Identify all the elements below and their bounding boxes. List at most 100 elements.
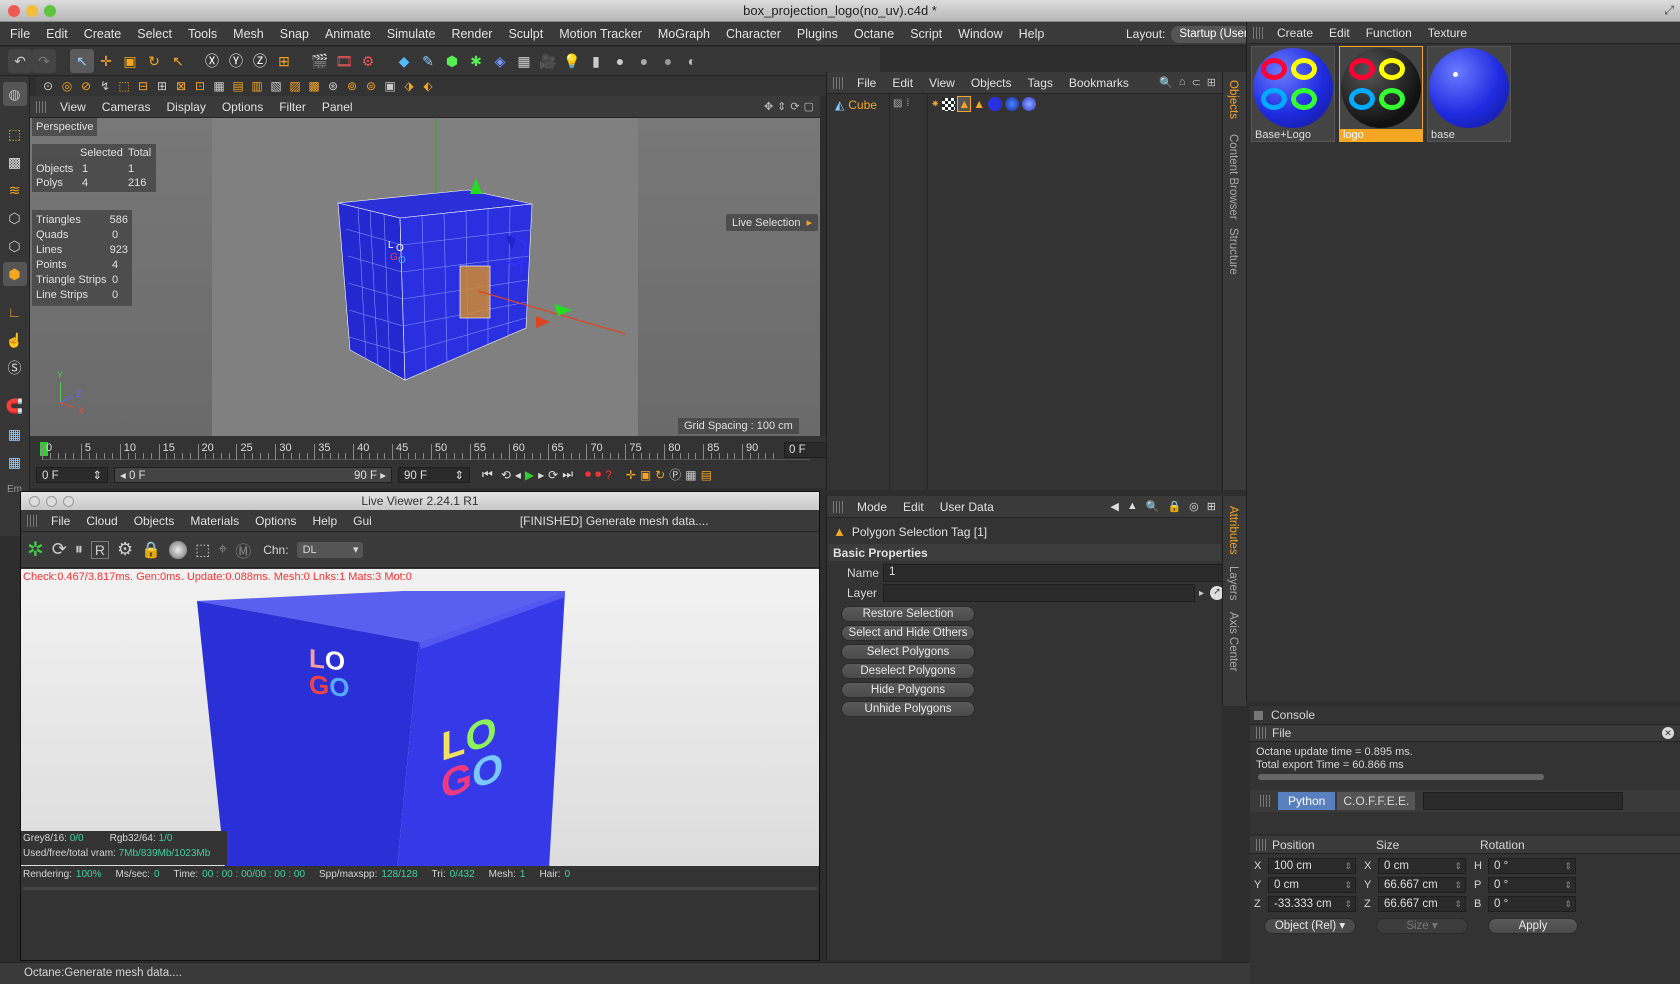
unhide-polygons-button[interactable]: Unhide Polygons (841, 701, 975, 717)
console-file-menu[interactable]: File (1272, 726, 1291, 740)
viewport-menu-options[interactable]: Options (214, 96, 271, 118)
axis-mode-icon[interactable]: ∟ (3, 300, 27, 324)
z-axis-lock-icon[interactable]: Ⓩ (248, 49, 272, 73)
tab-axis-center[interactable]: Axis Center (1227, 606, 1239, 677)
mesh-tool-icon-17[interactable]: ⊚ (344, 78, 360, 94)
menu-character[interactable]: Character (718, 22, 789, 46)
material-tag-base-icon[interactable] (988, 97, 1003, 111)
tab-layers[interactable]: Layers (1227, 560, 1239, 607)
material-menu-texture[interactable]: Texture (1420, 22, 1475, 44)
autokey-icon[interactable]: ⏺ (595, 467, 601, 482)
link-icon[interactable]: ⊂ (1192, 76, 1201, 89)
target-icon[interactable]: ◎ (1189, 500, 1199, 513)
dolly-icon[interactable]: ⇕ (777, 100, 786, 113)
search-icon[interactable]: 🔍 (1159, 76, 1173, 89)
attributes-menu-mode[interactable]: Mode (849, 496, 895, 518)
floor-icon[interactable]: ▦ (512, 49, 536, 73)
snap-icon[interactable]: Ⓢ (3, 356, 27, 380)
tab-objects[interactable]: Objects (1227, 74, 1239, 125)
x-axis-lock-icon[interactable]: Ⓧ (200, 49, 224, 73)
render-view-icon[interactable]: 🎬 (308, 49, 332, 73)
keyframe-selection-icon[interactable]: ? (605, 468, 612, 482)
attributes-menu-user-data[interactable]: User Data (932, 496, 1002, 518)
mesh-tool-icon-4[interactable]: ↯ (97, 78, 113, 94)
select-polygons-button[interactable]: Select Polygons (841, 644, 975, 660)
apply-button[interactable]: Apply (1488, 918, 1578, 934)
next-frame-icon[interactable]: ▸ (538, 468, 544, 482)
panel-grip-icon[interactable] (1260, 795, 1270, 807)
tab-attributes[interactable]: Attributes (1227, 500, 1239, 561)
menu-mesh[interactable]: Mesh (225, 22, 272, 46)
redo-icon[interactable]: ↷ (32, 49, 56, 73)
search-icon[interactable]: 🔍 (1146, 500, 1160, 513)
undo-icon[interactable]: ↶ (8, 49, 32, 73)
edit-layer-icon[interactable]: ▨ (893, 98, 902, 109)
basic-properties-section[interactable]: Basic Properties (829, 544, 1221, 561)
tab-content-browser[interactable]: Content Browser (1227, 128, 1239, 226)
liveviewer-menu-help[interactable]: Help (304, 510, 345, 532)
polygon-selection-tag-icon-selected[interactable]: ▲ (957, 96, 972, 112)
panel-grip-icon[interactable] (27, 514, 37, 527)
pick-material-icon[interactable]: Ⓜ (235, 538, 251, 562)
camera-icon[interactable]: 🎥 (536, 49, 560, 73)
make-editable-icon[interactable]: ◍ (2, 82, 27, 106)
mesh-tool-icon-14[interactable]: ▨ (287, 78, 303, 94)
tab-structure[interactable]: Structure (1227, 222, 1239, 281)
live-selection-badge[interactable]: Live Selection ▸ (726, 214, 819, 231)
coffee-tab[interactable]: C.O.F.F.E.E. (1337, 792, 1416, 810)
up-arrow-icon[interactable]: ▲ (1127, 500, 1138, 513)
menu-tools[interactable]: Tools (180, 22, 225, 46)
uvw-tag-icon[interactable] (942, 97, 956, 111)
scale-tool-icon[interactable]: ▣ (118, 49, 142, 73)
hide-polygons-button[interactable]: Hide Polygons (841, 682, 975, 698)
mesh-tool-icon-18[interactable]: ⊜ (363, 78, 379, 94)
position-z-input[interactable]: -33.333 cm ⇕ (1268, 896, 1356, 912)
mesh-tool-icon-10[interactable]: ▦ (211, 78, 227, 94)
play-icon[interactable]: ▶ (525, 468, 534, 482)
min-frame-field[interactable]: 0 F ⇕ (36, 466, 108, 483)
rotate-tool-icon[interactable]: ↻ (142, 49, 166, 73)
mesh-tool-icon-16[interactable]: ⊛ (325, 78, 341, 94)
coordinate-mode-select[interactable]: Object (Rel) ▾ (1264, 918, 1356, 934)
mesh-tool-icon-9[interactable]: ⊡ (192, 78, 208, 94)
menu-mograph[interactable]: MoGraph (650, 22, 718, 46)
menu-script[interactable]: Script (902, 22, 950, 46)
workplane-icon[interactable]: ≋ (3, 178, 27, 202)
send-scene-icon[interactable]: ✲ (27, 537, 44, 562)
octane-sphere-icon-2[interactable]: ● (632, 49, 656, 73)
new-window-icon[interactable]: ⊞ (1207, 500, 1216, 513)
liveviewer-menu-gui[interactable]: Gui (345, 510, 380, 532)
menu-window[interactable]: Window (950, 22, 1010, 46)
menu-snap[interactable]: Snap (272, 22, 317, 46)
menu-render[interactable]: Render (443, 22, 500, 46)
coordinate-system-icon[interactable]: ⊞ (272, 49, 296, 73)
mesh-tool-icon-19[interactable]: ▣ (382, 78, 398, 94)
panel-grip-icon[interactable] (833, 76, 843, 89)
maximize-view-icon[interactable]: ▢ (804, 100, 814, 113)
max-frame-field[interactable]: 90 F ⇕ (398, 466, 470, 483)
key-rotation-icon[interactable]: ↻ (655, 468, 665, 482)
menu-sculpt[interactable]: Sculpt (500, 22, 551, 46)
home-icon[interactable]: ⌂ (1179, 76, 1186, 89)
move-tool-icon[interactable]: ✛ (94, 49, 118, 73)
mesh-tool-icon-2[interactable]: ◎ (59, 78, 75, 94)
fullscreen-icon[interactable]: ⤢ (1664, 3, 1674, 18)
visibility-dots-icon[interactable]: ⁞ (906, 98, 909, 109)
edges-mode-icon[interactable]: ⬡ (3, 234, 27, 258)
python-tab[interactable]: Python (1278, 792, 1336, 810)
render-settings-icon[interactable]: ⚙ (356, 49, 380, 73)
panel-grip-icon[interactable] (833, 500, 843, 513)
loop-icon[interactable]: ⟲ (501, 468, 511, 482)
mesh-tool-icon-21[interactable]: ⬖ (420, 78, 436, 94)
panel-grip-icon[interactable] (36, 100, 46, 113)
mesh-tool-icon-5[interactable]: ⬚ (116, 78, 132, 94)
region-icon[interactable]: ⬚ (195, 540, 210, 560)
settings-icon[interactable]: ⚙ (117, 539, 133, 560)
mesh-tool-icon-3[interactable]: ⊘ (78, 78, 94, 94)
pan-icon[interactable]: ✥ (764, 100, 773, 113)
goto-start-icon[interactable]: ⏮ (482, 467, 493, 482)
objects-menu-file[interactable]: File (849, 72, 884, 94)
material-swatch-base-logo[interactable]: Base+Logo (1251, 46, 1335, 142)
polygons-mode-icon[interactable]: ⬢ (2, 262, 27, 286)
object-name[interactable]: Cube (848, 98, 877, 112)
